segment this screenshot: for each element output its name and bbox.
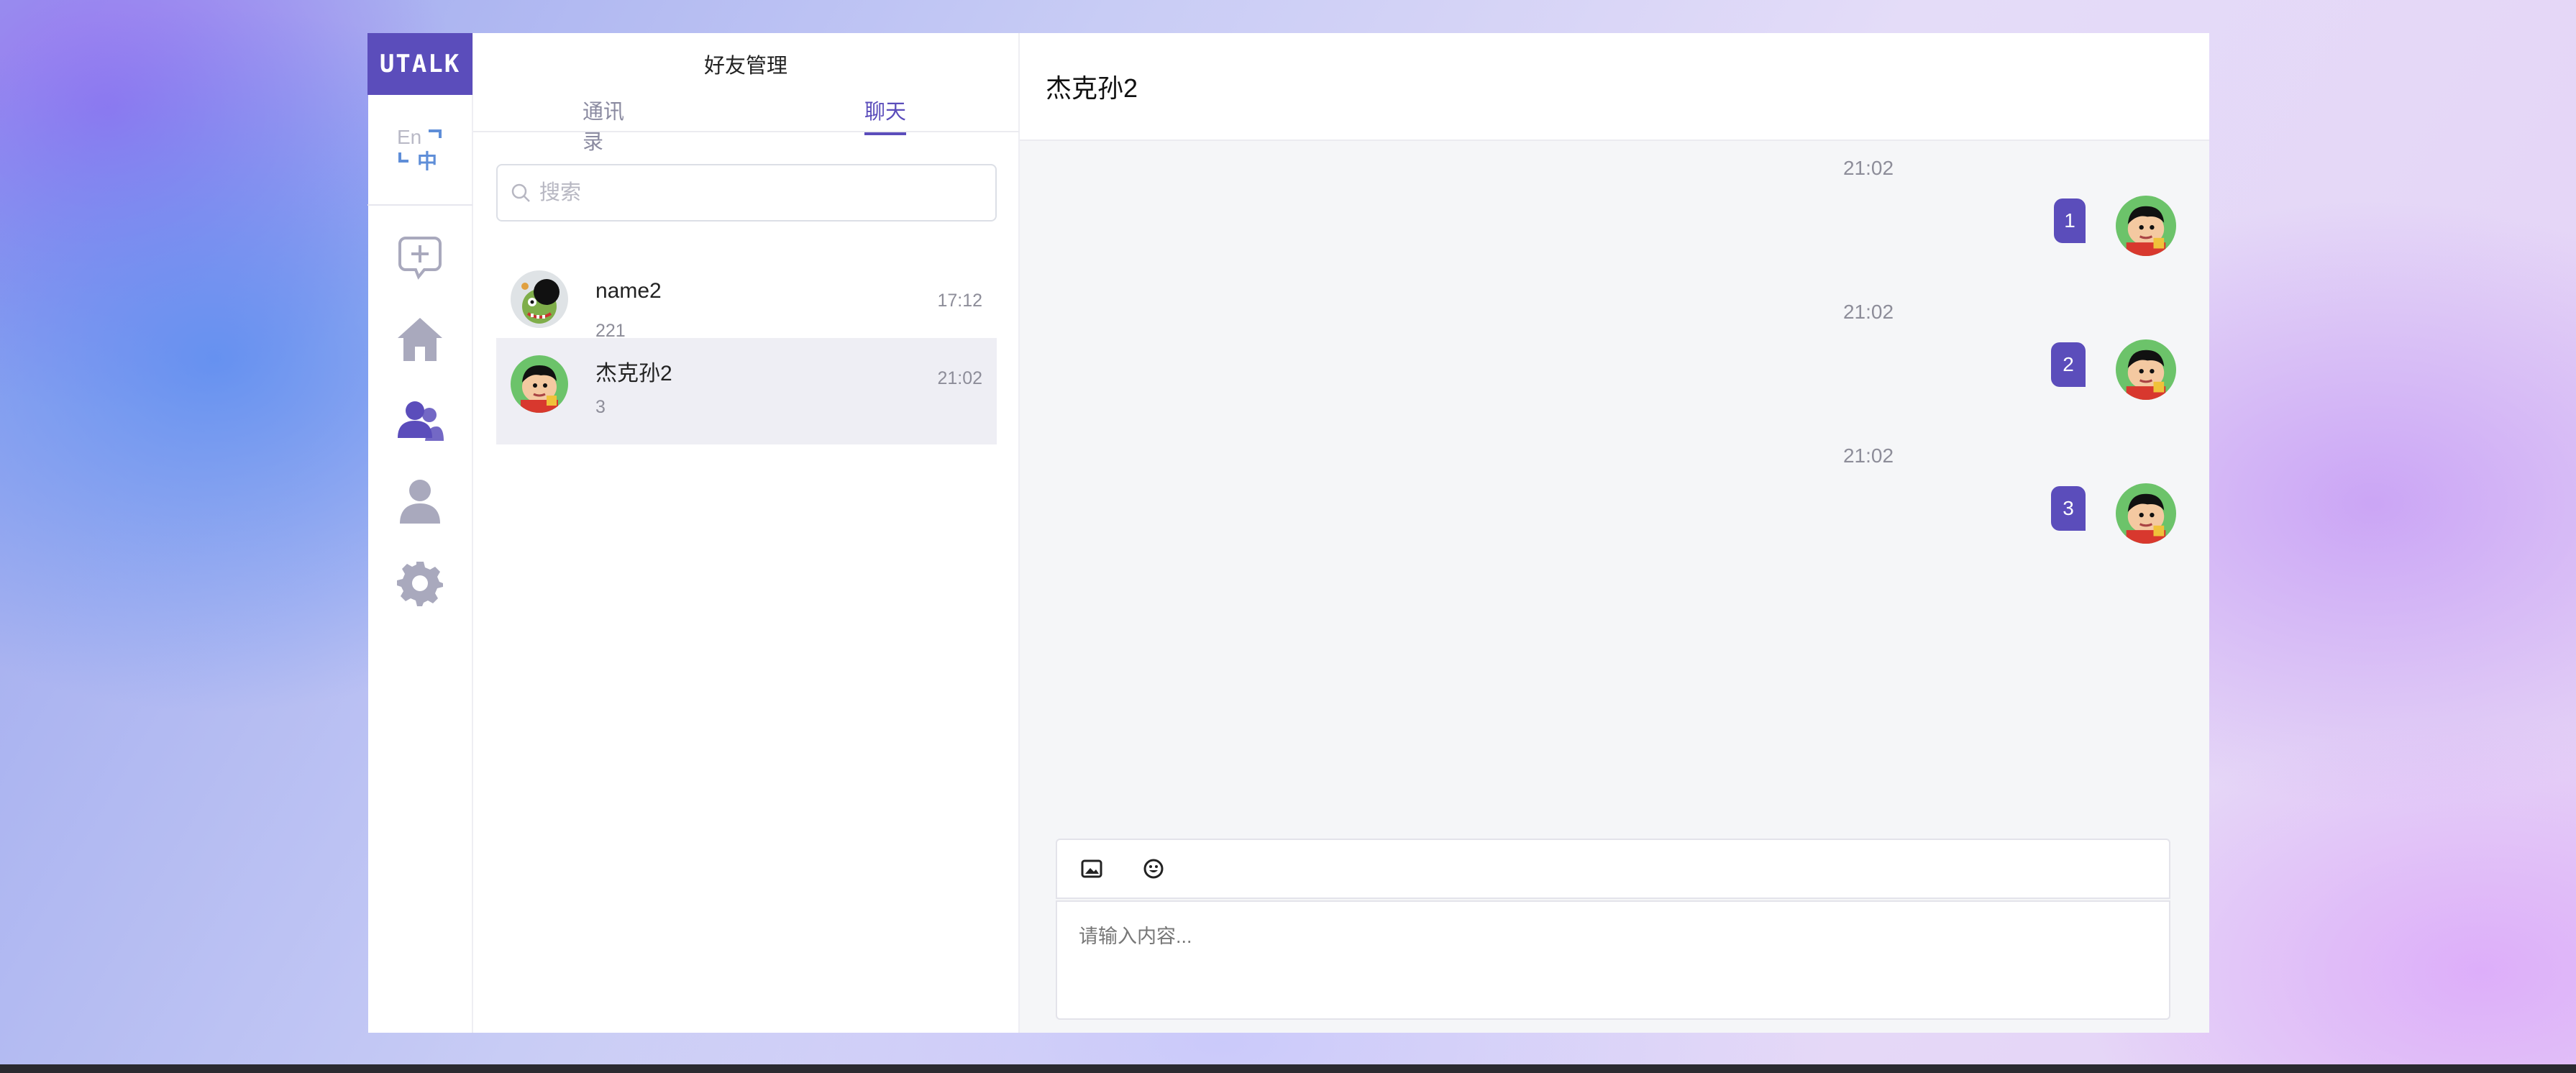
- home-icon[interactable]: [391, 311, 449, 368]
- message-bubble: 3: [2051, 486, 2086, 531]
- search-box[interactable]: [496, 164, 997, 222]
- settings-icon[interactable]: [391, 554, 449, 612]
- user-icon[interactable]: [391, 473, 449, 531]
- panel-tabs: 通讯录 聊天: [473, 95, 1020, 154]
- add-chat-icon[interactable]: [391, 229, 449, 287]
- language-toggle[interactable]: En 中: [367, 95, 472, 206]
- chat-preview: 3: [595, 397, 606, 417]
- shinchan-avatar: [2116, 196, 2176, 256]
- chat-time: 17:12: [937, 291, 982, 311]
- shinchan-avatar: [2116, 483, 2176, 544]
- chat-list-panel: 好友管理 通讯录 聊天 搜索 name2 221 17:12 杰克孙2 3 21…: [473, 33, 1020, 1033]
- image-icon[interactable]: [1079, 856, 1105, 882]
- shinchan-avatar: [2116, 339, 2176, 400]
- zombie-cartoon-avatar: [511, 270, 568, 328]
- nav-rail: UTALK En 中: [367, 33, 473, 1033]
- svg-text:中: 中: [417, 150, 437, 173]
- conversation-title: 杰克孙2: [1020, 33, 2209, 141]
- chat-time: 21:02: [937, 368, 982, 388]
- message-bubble: 2: [2051, 342, 2086, 387]
- svg-text:En: En: [397, 126, 421, 148]
- panel-title: 好友管理: [703, 55, 787, 78]
- message-input[interactable]: [1079, 921, 2147, 1000]
- message-bubble: 1: [2054, 198, 2086, 243]
- search-icon: [511, 183, 530, 202]
- search-input[interactable]: [539, 181, 971, 205]
- tab-chats[interactable]: 聊天: [864, 95, 906, 135]
- chat-name: name2: [595, 279, 662, 303]
- message-time: 21:02: [1842, 301, 1894, 323]
- message-time: 21:02: [1842, 444, 1894, 467]
- tab-contacts[interactable]: 通讯录: [583, 95, 644, 154]
- chat-name: 杰克孙2: [595, 362, 672, 385]
- app-window: UTALK En 中 好友管理 通讯录 聊天 搜索 name2 221 17:1…: [367, 33, 2209, 1033]
- friends-icon[interactable]: [391, 392, 449, 449]
- os-taskbar: [0, 1064, 2576, 1073]
- language-icon: En 中: [397, 126, 442, 173]
- message-input-box[interactable]: [1056, 900, 2170, 1020]
- chat-list-item[interactable]: 杰克孙2 3 21:02: [496, 338, 997, 444]
- app-logo: UTALK: [367, 33, 472, 95]
- shinchan-avatar: [511, 355, 568, 413]
- emoji-icon[interactable]: [1141, 856, 1166, 882]
- composer-toolbar: [1056, 839, 2170, 899]
- message-time: 21:02: [1842, 157, 1894, 179]
- conversation-pane: 杰克孙2 21:02 1 21:02 2 21:02 3 请输入内容...: [1020, 33, 2209, 1033]
